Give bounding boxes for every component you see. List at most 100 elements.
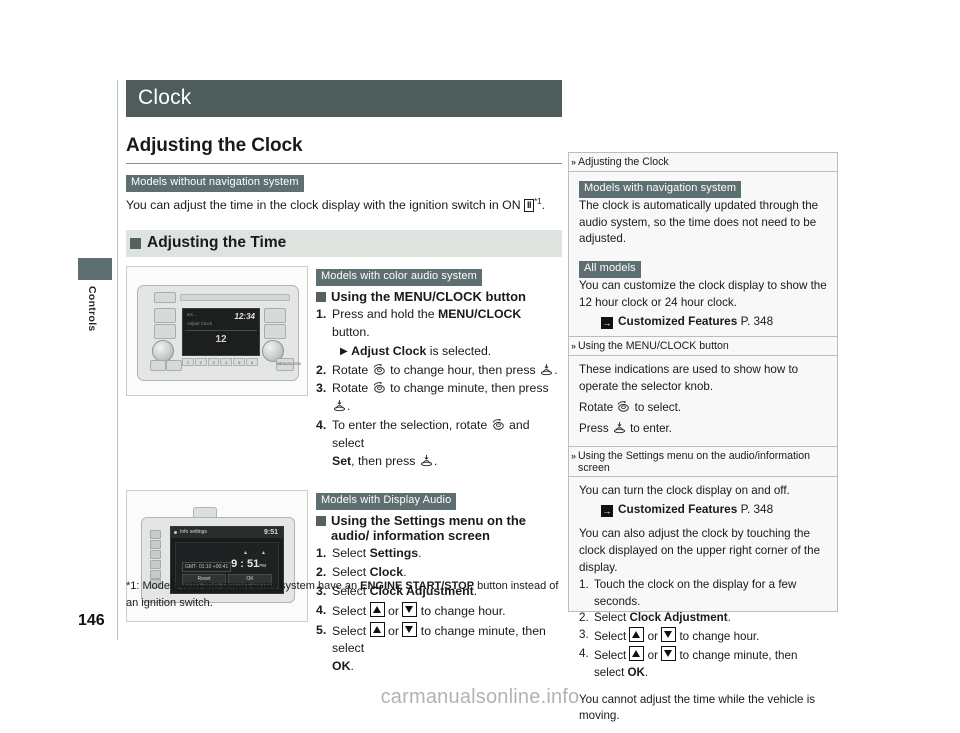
step-text-end: . <box>433 453 438 468</box>
preset-buttons-graphic: 1 2 3 4 5 6 <box>182 358 258 367</box>
selector-knob-press-icon <box>333 400 346 412</box>
radio-button-graphic <box>154 308 176 324</box>
footnote-marker: *1 <box>534 196 542 206</box>
footnote-pre: *1: Models with the smart entry system h… <box>126 580 361 592</box>
step-item: 1. Select Settings. <box>316 545 562 563</box>
step-number: 3. <box>316 381 327 396</box>
preset-5: 5 <box>233 358 246 367</box>
aside-group-header: » Using the Settings menu on the audio/i… <box>569 445 837 477</box>
side-notes-panel: » Adjusting the Clock Models with naviga… <box>568 152 838 722</box>
aside-paragraph: These indications are used to show how t… <box>579 363 799 394</box>
left-vertical-rule <box>117 80 118 640</box>
step-text-bold: Set <box>332 453 352 468</box>
tag-models-with-display-audio: Models with Display Audio <box>316 493 457 511</box>
cd-slot-graphic <box>180 294 290 302</box>
step-text-bold: MENU/CLOCK <box>437 307 522 322</box>
color-audio-steps: Models with color audio system Using the… <box>306 266 562 470</box>
chevron-right-icon: » <box>571 157 577 167</box>
intro-text-pre: You can adjust the time in the clock dis… <box>126 197 525 212</box>
jump-arrow-icon: → <box>601 505 613 518</box>
screen-adjust-clock-label: Adjust Clock <box>187 321 213 327</box>
cross-reference-page: P. 348 <box>740 502 774 517</box>
step-number: 5. <box>316 622 327 637</box>
list-item: 2. Select Clock Adjustment. <box>579 610 827 627</box>
aside-group-body: Models with navigation system The clock … <box>569 172 837 336</box>
step-text-pre: Select <box>332 546 370 561</box>
cross-reference[interactable]: → Customized Features P. 348 <box>601 314 827 330</box>
tag-models-without-navigation: Models without navigation system <box>126 175 304 192</box>
chapter-title-bar: Clock <box>126 80 562 117</box>
display-audio-title: Info settings <box>180 529 207 536</box>
aside-group-title: Using the Settings menu on the audio/inf… <box>578 449 811 474</box>
menu-clock-button-graphic: MENU/CLOCK <box>276 358 301 372</box>
step-number: 1. <box>579 577 589 591</box>
step-text-post: to change hour, then press <box>386 362 540 377</box>
step-number: 4. <box>579 647 589 661</box>
footnote: *1: Models with the smart entry system h… <box>126 578 562 612</box>
step-text-post: . <box>727 611 731 625</box>
audio-head-unit-graphic: src… 12:34 Adjust Clock 12 MENU/CLOCK 1 … <box>137 285 301 382</box>
intro-paragraph: You can adjust the time in the clock dis… <box>126 196 562 215</box>
aside-group-header: » Using the MENU/CLOCK button <box>569 336 837 357</box>
gear-icon <box>174 531 177 535</box>
step-text-tail: . <box>350 659 354 674</box>
tag-all-models: All models <box>579 261 641 278</box>
cross-reference-page: P. 348 <box>740 314 774 329</box>
power-button-graphic <box>154 292 176 304</box>
bullet-square-icon <box>316 516 326 527</box>
press-text-pre: Press <box>579 421 612 435</box>
color-audio-step-list: 1. Press and hold the MENU/CLOCK button. … <box>316 306 562 470</box>
color-audio-row: src… 12:34 Adjust Clock 12 MENU/CLOCK 1 … <box>126 266 562 470</box>
screen-time-display: 12:34 <box>234 312 255 322</box>
home-button-graphic <box>149 530 161 540</box>
rotate-text-post: to select. <box>631 401 682 415</box>
down-arrow-icon <box>661 646 677 662</box>
aside-paragraph: You can turn the clock display on and of… <box>579 483 790 497</box>
page-title: Adjusting the Clock <box>126 135 303 156</box>
step-text-tail: . <box>644 665 649 679</box>
triangle-bullet-icon: ▶ <box>340 345 348 357</box>
selector-knob-press-icon <box>541 363 553 375</box>
substep-post: is selected. <box>426 343 492 358</box>
step-text-post: to change minute, then press <box>386 381 549 396</box>
step-number: 1. <box>316 307 327 322</box>
list-item: 1. Touch the clock on the display for a f… <box>579 577 827 611</box>
selector-knob-rotate-icon <box>373 382 385 394</box>
step-text-tail: . <box>347 399 351 414</box>
step-text-bold: OK <box>332 659 351 674</box>
title-divider <box>126 163 562 164</box>
menu-button-graphic <box>149 540 161 550</box>
display-audio-heading-row: Using the Settings menu on the audio/ in… <box>316 513 562 543</box>
volume-knob-graphic <box>152 340 174 363</box>
substep-bold: Adjust Clock <box>351 343 427 358</box>
back-button-graphic <box>264 324 286 340</box>
jump-arrow-icon: → <box>601 317 613 330</box>
up-arrow-icon <box>629 646 645 662</box>
chevron-right-icon: » <box>571 450 577 461</box>
display-audio-gmt-value: GMT- 01:10 +00:41 <box>182 562 232 573</box>
minute-up-arrow-icon: ▲ <box>261 550 266 557</box>
aside-paragraph: You can customize the clock display to s… <box>579 278 827 309</box>
cross-reference[interactable]: → Customized Features P. 348 <box>601 502 827 518</box>
step-item: 5. Select or to change minute, then selec… <box>316 621 546 674</box>
bullet-square-icon <box>316 292 326 303</box>
step-text-bold: Clock <box>369 565 404 580</box>
color-audio-heading: Using the MENU/CLOCK button <box>331 289 526 305</box>
step-number: 4. <box>316 418 327 432</box>
step-text-tail: . <box>554 362 558 377</box>
down-arrow-icon <box>402 621 418 637</box>
media-button-graphic <box>154 324 176 340</box>
step-text-pre: Rotate <box>332 362 372 377</box>
step-text-post: button. <box>332 324 370 339</box>
list-item: 3. Select or to change hour. <box>579 627 760 644</box>
tag-models-with-color-audio: Models with color audio system <box>316 269 482 287</box>
step-text-bold: Settings <box>369 546 419 561</box>
step-substep: ▶ Adjust Clock is selected. <box>316 343 562 361</box>
step-text-pre: Press and hold the <box>332 307 438 322</box>
selector-knob-press-icon <box>613 421 625 433</box>
display-audio-heading: Using the Settings menu on the audio/ in… <box>331 513 527 544</box>
up-arrow-icon <box>369 621 385 637</box>
rotate-text-pre: Rotate <box>579 401 617 415</box>
step-text-pre: Select <box>594 630 630 644</box>
volume-down-button-graphic <box>149 559 161 569</box>
